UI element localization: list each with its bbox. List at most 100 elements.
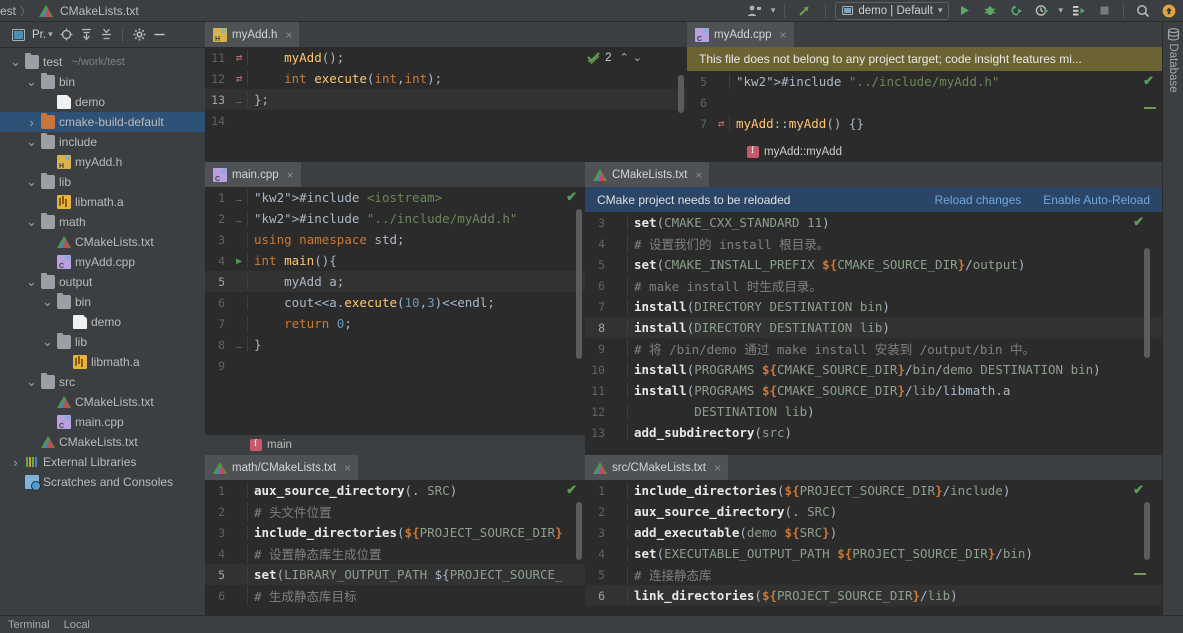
code-line[interactable]: 3 include_directories(${PROJECT_SOURCE_DI… [205, 522, 585, 543]
tree-item-demo[interactable]: demo [0, 92, 205, 112]
tree-item-lib[interactable]: ⌄ lib [0, 332, 205, 352]
inspection-next-icon[interactable]: ⌄ [633, 51, 642, 64]
attach-to-process-button[interactable] [1069, 2, 1089, 20]
profile-button[interactable] [1032, 2, 1052, 20]
collapse-all-icon[interactable] [100, 28, 113, 41]
project-tree[interactable]: ⌄ test ~/work/test ⌄ bin demo › cmake-build-def… [0, 48, 205, 492]
tree-item-bin[interactable]: ⌄ bin [0, 72, 205, 92]
tree-item-lib[interactable]: ⌄ lib [0, 172, 205, 192]
tab-close-icon[interactable]: × [285, 28, 292, 42]
update-project-button[interactable] [794, 2, 816, 20]
project-tree-panel[interactable]: ⌄ test ~/work/test ⌄ bin demo › cmake-build-def… [0, 48, 205, 615]
status-local-button[interactable]: Local [64, 619, 90, 631]
code-line[interactable]: 4 # 设置静态库生成位置 [205, 543, 585, 564]
code-line[interactable]: 4 ▶ int main(){ [205, 250, 585, 271]
tree-item-main-cpp[interactable]: main.cpp [0, 412, 205, 432]
chevron-right-icon[interactable]: › [26, 115, 37, 130]
tree-item-cmakelists-txt[interactable]: CMakeLists.txt [0, 232, 205, 252]
run-configuration-selector[interactable]: demo | Default ▾ [835, 1, 950, 20]
code-line[interactable]: 10 install(PROGRAMS ${CMAKE_SOURCE_DIR}/b… [585, 359, 1162, 380]
tree-item-myadd-cpp[interactable]: myAdd.cpp [0, 252, 205, 272]
code-line[interactable]: 4 # 设置我们的 install 根目录。 [585, 233, 1162, 254]
tree-item-myadd-h[interactable]: myAdd.h [0, 152, 205, 172]
code-line[interactable]: 8 install(DIRECTORY DESTINATION lib) [585, 317, 1162, 338]
tab-src-cmake[interactable]: src/CMakeLists.txt × [585, 455, 728, 480]
code-area-myadd-cpp[interactable]: ✔ 5 "kw2">#include "../include/myAdd.h" 6 7… [687, 71, 1162, 143]
code-line[interactable]: 7 return 0; [205, 313, 585, 334]
code-line[interactable]: 5 set(CMAKE_INSTALL_PREFIX ${CMAKE_SOURCE… [585, 254, 1162, 275]
code-line[interactable]: 4 set(EXECUTABLE_OUTPUT_PATH ${PROJECT_SO… [585, 543, 1162, 564]
update-badge-icon[interactable] [1159, 2, 1179, 20]
code-area-src-cmake[interactable]: ✔ 1 include_directories(${PROJECT_SOURCE_… [585, 480, 1162, 615]
code-line[interactable]: 11 install(PROGRAMS ${CMAKE_SOURCE_DIR}/l… [585, 380, 1162, 401]
code-line[interactable]: 12 DESTINATION lib) [585, 401, 1162, 422]
tab-myadd-h[interactable]: myAdd.h × [205, 22, 300, 47]
tree-item-bin[interactable]: ⌄ bin [0, 292, 205, 312]
chevron-down-icon[interactable]: ⌄ [26, 275, 37, 288]
code-area-main-cpp[interactable]: ✔ 1 ⚊ "kw2">#include <iostream> 2 ⚊ "kw2">#in… [205, 187, 585, 435]
code-line[interactable]: 5 # 连接静态库 [585, 564, 1162, 585]
tree-item-cmakelists-txt[interactable]: CMakeLists.txt [0, 392, 205, 412]
code-line[interactable]: 3 set(CMAKE_CXX_STANDARD 11) [585, 212, 1162, 233]
code-area-root-cmake[interactable]: ✔ 3 set(CMAKE_CXX_STANDARD 11) 4 # 设置我们的 in… [585, 212, 1162, 455]
gutter-implements-icon[interactable]: ⇄ [231, 72, 247, 85]
stop-button[interactable] [1095, 2, 1114, 20]
code-line[interactable]: 7 install(DIRECTORY DESTINATION bin) [585, 296, 1162, 317]
tab-math-cmake[interactable]: math/CMakeLists.txt × [205, 455, 359, 480]
code-line[interactable]: 13 add_subdirectory(src) [585, 422, 1162, 443]
editor-scrollbar-src-cmake[interactable] [1144, 502, 1150, 560]
vcs-chevron-down-icon[interactable]: ▾ [771, 5, 776, 16]
run-button[interactable] [955, 2, 974, 20]
tab-close-icon[interactable]: × [714, 461, 721, 475]
gutter-fold-icon[interactable]: ⚊ [231, 338, 247, 351]
breadcrumb-file[interactable]: CMakeLists.txt [60, 4, 139, 18]
database-tool-tab-label[interactable]: Database [1167, 43, 1179, 92]
code-line[interactable]: 8 ⚊} [205, 334, 585, 355]
tree-item-output[interactable]: ⌄ output [0, 272, 205, 292]
project-chevron-down-icon[interactable]: ▾ [48, 29, 53, 40]
locate-icon[interactable] [60, 28, 73, 41]
tab-close-icon[interactable]: × [695, 168, 702, 182]
tab-main-cpp[interactable]: main.cpp × [205, 162, 301, 187]
code-line[interactable]: 7 ⇄ myAdd::myAdd() {} [687, 113, 1162, 134]
gutter-fold-icon[interactable]: ⚊ [231, 191, 247, 204]
code-line[interactable]: 5 "kw2">#include "../include/myAdd.h" [687, 71, 1162, 92]
tree-item-cmakelists-txt[interactable]: CMakeLists.txt [0, 432, 205, 452]
editor-scrollbar-main-cpp[interactable] [576, 209, 582, 359]
code-line[interactable]: 1 ⚊ "kw2">#include <iostream> [205, 187, 585, 208]
reload-changes-link[interactable]: Reload changes [935, 193, 1022, 207]
debug-button[interactable] [980, 2, 1000, 20]
code-area-math-cmake[interactable]: ✔ 1 aux_source_directory(. SRC) 2 # 头文件位置 3 i… [205, 480, 585, 615]
code-line[interactable]: 2 aux_source_directory(. SRC) [585, 501, 1162, 522]
vcs-user-button[interactable] [744, 2, 765, 20]
gutter-run-icon[interactable]: ▶ [231, 254, 247, 267]
code-line[interactable]: 6 [687, 92, 1162, 113]
settings-gear-icon[interactable] [133, 28, 146, 41]
gutter-implements-icon[interactable]: ⇄ [713, 117, 729, 130]
inspection-prev-icon[interactable]: ⌃ [620, 51, 629, 64]
database-icon[interactable] [1167, 28, 1180, 41]
tab-close-icon[interactable]: × [287, 168, 294, 182]
tree-item-libmath-a[interactable]: libmath.a [0, 352, 205, 372]
code-line[interactable]: 3 add_executable(demo ${SRC}) [585, 522, 1162, 543]
tree-item-scratches-and-consoles[interactable]: Scratches and Consoles [0, 472, 205, 492]
status-terminal-button[interactable]: Terminal [8, 619, 50, 631]
gutter-fold-icon[interactable]: ⚊ [231, 93, 247, 106]
code-line[interactable]: 9 [205, 355, 585, 376]
editor-scrollbar-math-cmake[interactable] [576, 502, 582, 560]
run-config-chevron-down-icon[interactable]: ▾ [938, 5, 943, 16]
chevron-down-icon[interactable]: ⌄ [26, 215, 37, 228]
code-line[interactable]: 5 myAdd a; [205, 271, 585, 292]
tab-root-cmake[interactable]: CMakeLists.txt × [585, 162, 710, 187]
code-line[interactable]: 6 cout<<a.execute(10,3)<<endl; [205, 292, 585, 313]
tab-close-icon[interactable]: × [780, 28, 787, 42]
code-line[interactable]: 13 ⚊}; [205, 89, 687, 110]
tree-item-src[interactable]: ⌄ src [0, 372, 205, 392]
profile-chevron-down-icon[interactable]: ▾ [1058, 5, 1063, 16]
chevron-down-icon[interactable]: ⌄ [26, 135, 37, 148]
search-icon[interactable] [1133, 2, 1153, 20]
project-panel-title[interactable]: Pr. [32, 29, 46, 41]
code-area-myadd-h[interactable]: 2 ⌃ ⌄ 11 ⇄ myAdd(); 12 ⇄ int execute(int,in… [205, 47, 687, 162]
chevron-down-icon[interactable]: ⌄ [10, 55, 21, 68]
tab-close-icon[interactable]: × [344, 461, 351, 475]
